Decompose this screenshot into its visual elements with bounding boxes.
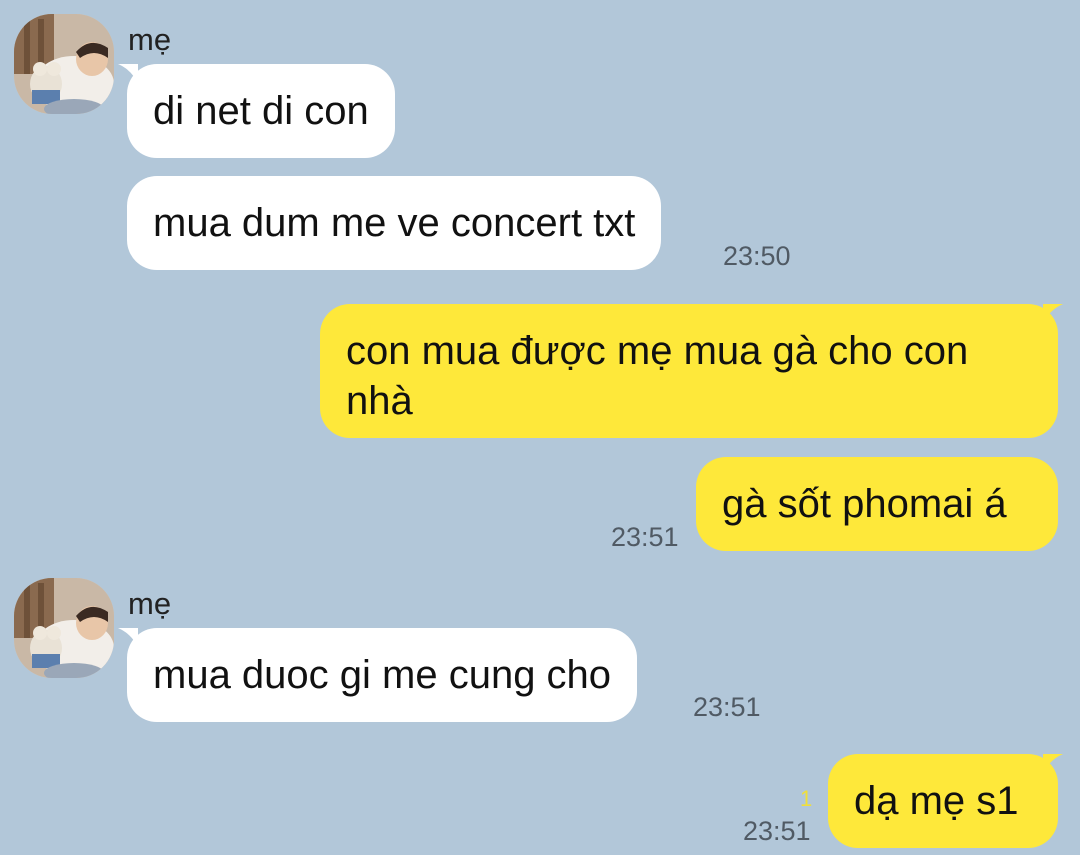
incoming-message-bubble[interactable]: mua duoc gi me cung cho: [127, 628, 638, 722]
chat-view[interactable]: mẹ di net di con mua dum me ve concert t…: [0, 0, 1080, 855]
message-timestamp: 23:51: [743, 816, 811, 846]
message-timestamp: 23:51: [693, 692, 761, 722]
incoming-message-bubble[interactable]: mua dum me ve concert txt: [127, 176, 662, 270]
unread-count: 1: [800, 786, 813, 811]
outgoing-message-bubble[interactable]: dạ mẹ s1: [828, 754, 1058, 848]
sender-name: mẹ: [128, 586, 172, 621]
sleeping-child-photo-icon: [14, 14, 114, 114]
outgoing-message-bubble[interactable]: gà sốt phomai á: [696, 457, 1058, 551]
outgoing-message-bubble[interactable]: con mua được mẹ mua gà cho con nhà: [320, 304, 1058, 438]
sender-name: mẹ: [128, 22, 172, 57]
sender-avatar[interactable]: [14, 14, 114, 114]
incoming-message-bubble[interactable]: di net di con: [127, 64, 395, 158]
sender-avatar[interactable]: [14, 578, 114, 678]
sleeping-child-photo-icon: [14, 578, 114, 678]
message-timestamp: 23:51: [611, 522, 679, 552]
message-timestamp: 23:50: [723, 241, 791, 271]
